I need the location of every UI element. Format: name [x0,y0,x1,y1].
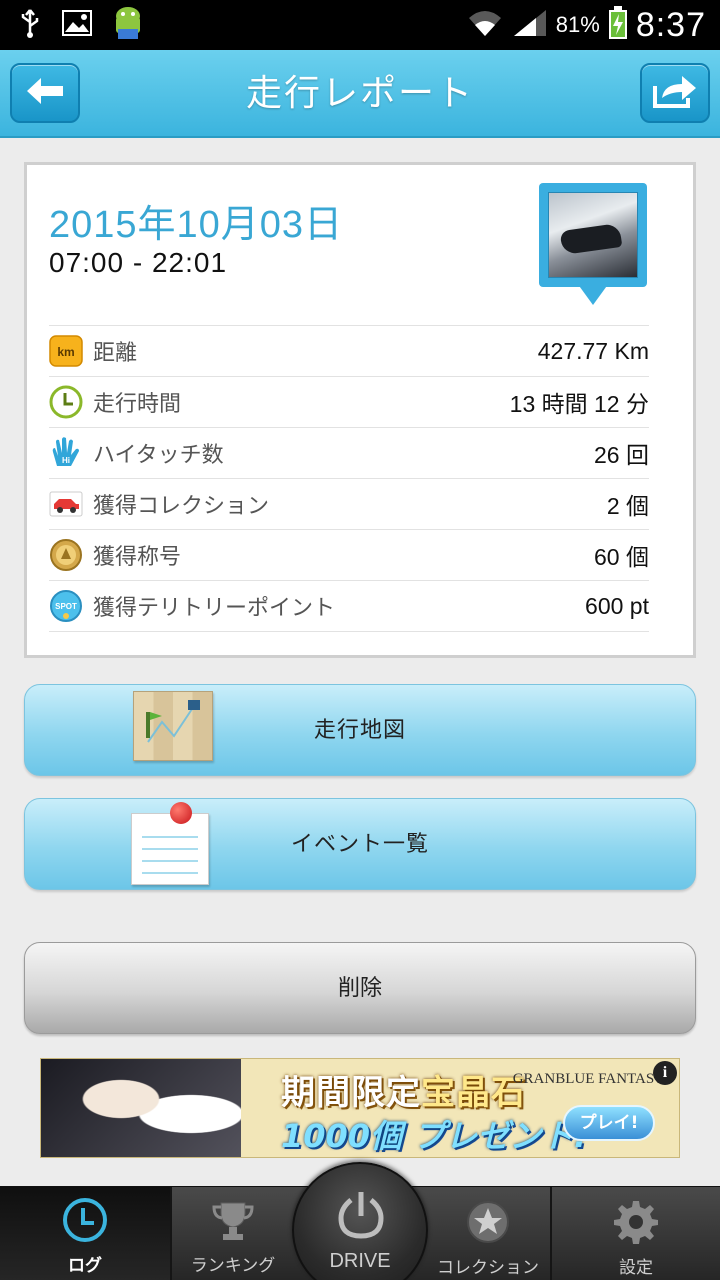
clock-icon [62,1197,108,1247]
stat-label: 走行時間 [93,392,182,417]
android-icon [112,5,144,45]
nav-ranking[interactable]: ランキング [172,1187,294,1280]
ad-subheadline: 1000個 プレゼント! [281,1117,588,1155]
delete-label: 削除 [337,976,382,1001]
report-date: 2015年10月03日 [49,204,344,246]
nav-ranking-label: ランキング [190,1256,276,1276]
page-title: 走行レポート [245,73,474,114]
battery-percent: 81% [555,12,600,37]
nav-collection-label: コレクション [437,1258,539,1278]
stat-label: 獲得テリトリーポイント [93,596,336,621]
vehicle-photo-pin[interactable] [539,183,647,313]
car-icon [49,487,83,521]
nav-log[interactable]: ログ [0,1187,170,1280]
star-icon [465,1199,511,1249]
stat-label: ハイタッチ数 [93,443,224,468]
stat-label: 距離 [93,341,138,366]
drive-map-button[interactable]: 走行地図 [24,684,696,776]
stat-value: 60 個 [594,544,649,570]
event-list-button[interactable]: イベント一覧 [24,798,696,890]
spot-icon: SPOT [49,589,83,623]
share-button[interactable] [640,63,710,123]
wifi-icon [466,8,504,42]
stat-label: 獲得コレクション [93,494,270,519]
ad-banner[interactable]: 期間限定宝晶石 1000個 プレゼント! GRANBLUE FANTASY プレ… [40,1058,680,1158]
medal-icon [49,538,83,572]
status-bar: 81% 8:37 [0,0,720,50]
back-button[interactable] [10,63,80,123]
stat-value: 427.77 Km [537,337,649,364]
drive-map-label: 走行地図 [313,718,406,743]
power-icon [337,1188,385,1244]
km-icon: km [49,334,83,368]
stat-row-distance: km 距離 427.77 Km [49,326,649,377]
clock-icon [49,385,83,419]
stat-value: 2 個 [606,493,649,519]
svg-text:Hi: Hi [62,456,70,465]
report-time-range: 07:00 - 22:01 [49,247,228,278]
ad-character-art [41,1059,241,1157]
stat-value: 26 回 [594,442,649,468]
stat-row-high-touch: Hi ハイタッチ数 26 回 [49,428,649,479]
ad-info-icon[interactable]: i [653,1061,677,1085]
svg-text:km: km [57,345,74,359]
stat-row-territory: SPOT 獲得テリトリーポイント 600 pt [49,581,649,632]
signal-icon [512,8,548,42]
stat-label: 獲得称号 [93,545,182,570]
stat-row-titles: 獲得称号 60 個 [49,530,649,581]
nav-settings-label: 設定 [619,1258,653,1278]
stat-row-collection: 獲得コレクション 2 個 [49,479,649,530]
image-icon [62,10,92,40]
gear-icon [613,1199,659,1249]
usb-icon [18,8,42,42]
ad-headline: 期間限定宝晶石 [281,1073,526,1113]
svg-text:SPOT: SPOT [55,602,77,611]
ad-logo: GRANBLUE FANTASY [512,1071,665,1087]
drive-button[interactable]: DRIVE [292,1162,428,1280]
battery-charging-icon [608,6,628,44]
share-arrow-icon [652,74,698,112]
nav-settings[interactable]: 設定 [552,1187,720,1280]
high-five-icon: Hi [49,436,83,470]
arrow-left-icon [25,76,65,110]
report-card: 2015年10月03日 07:00 - 22:01 km 距離 427.77 K… [24,162,696,658]
stat-value: 13 時間 12 分 [509,391,649,417]
ad-play-button[interactable]: プレイ! [563,1105,655,1141]
stats-list: km 距離 427.77 Km 走行時間 13 時間 12 分 Hi ハイタッチ… [49,325,649,632]
stat-value: 600 pt [585,592,649,619]
vehicle-photo [548,192,638,278]
app-header: 走行レポート [0,50,720,138]
drive-label: DRIVE [329,1250,391,1272]
clock-time: 8:37 [635,5,706,44]
delete-button[interactable]: 削除 [24,942,696,1034]
stat-row-drive-time: 走行時間 13 時間 12 分 [49,377,649,428]
nav-log-label: ログ [68,1256,102,1276]
event-list-label: イベント一覧 [290,832,429,857]
nav-collection[interactable]: コレクション [426,1187,550,1280]
trophy-icon [211,1199,255,1247]
